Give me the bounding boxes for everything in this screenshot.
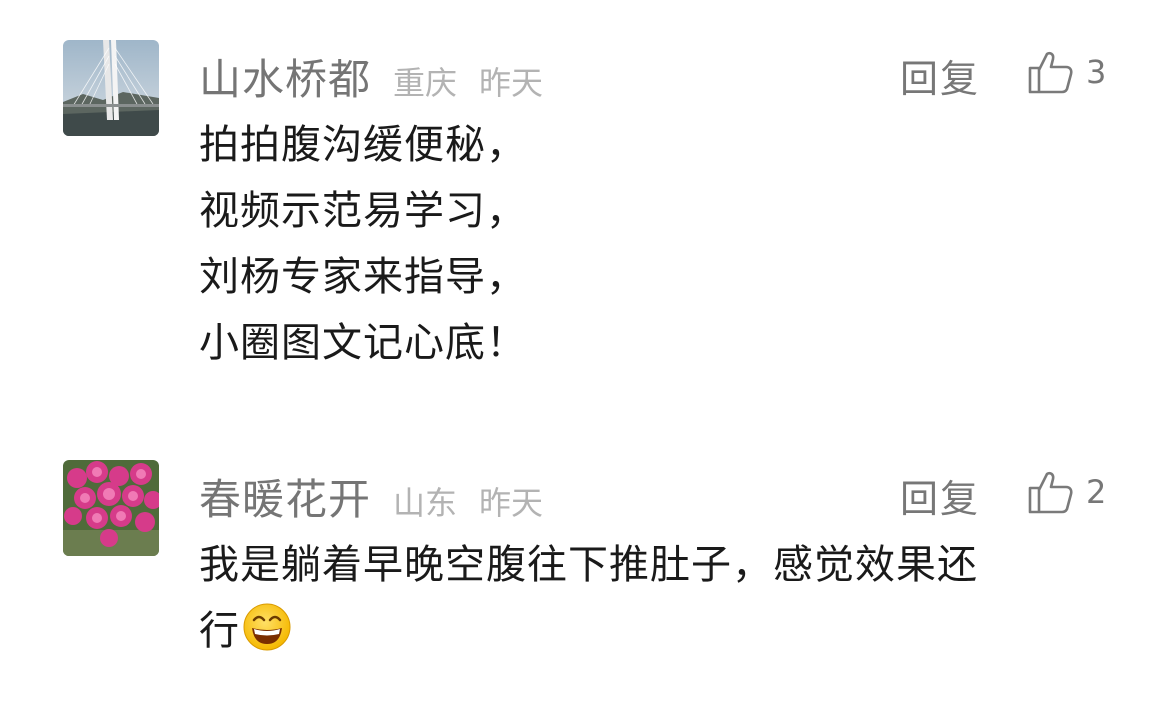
comment-text: 我是躺着早晚空腹往下推肚子，感觉效果还 行 <box>199 532 1099 664</box>
avatar[interactable] <box>63 460 159 556</box>
location-label: 山东 <box>393 484 458 522</box>
timestamp: 昨天 <box>479 64 544 102</box>
comment-meta: 山水桥都 重庆 昨天 <box>199 46 543 104</box>
username[interactable]: 春暖花开 <box>199 466 371 527</box>
comment-line: 视频示范易学习， <box>199 188 527 234</box>
comment-line: 拍拍腹沟缓便秘， <box>199 122 527 168</box>
comment-line: 我是躺着早晚空腹往下推肚子，感觉效果还 <box>199 542 978 588</box>
flower-photo <box>63 460 159 556</box>
grinning-face-emoji <box>243 603 291 651</box>
timestamp: 昨天 <box>479 484 544 522</box>
username[interactable]: 山水桥都 <box>199 46 371 107</box>
comment-text: 拍拍腹沟缓便秘， 视频示范易学习， 刘杨专家来指导， 小圈图文记心底！ <box>199 112 527 376</box>
location-label: 重庆 <box>393 64 458 102</box>
like-count: 3 <box>1086 53 1107 91</box>
comment-meta: 春暖花开 山东 昨天 <box>199 466 543 524</box>
like-count: 2 <box>1086 473 1107 511</box>
comment-line: 行 <box>199 598 1099 664</box>
like-button[interactable]: 3 <box>1026 44 1106 100</box>
like-button[interactable]: 2 <box>1026 464 1106 520</box>
thumbs-up-icon <box>1028 51 1073 94</box>
avatar[interactable] <box>63 40 159 136</box>
comment-line: 刘杨专家来指导， <box>199 254 527 300</box>
comment-line-text: 行 <box>199 608 240 654</box>
reply-button[interactable]: 回复 <box>900 48 980 103</box>
bridge-photo <box>63 40 159 136</box>
comment-line: 小圈图文记心底！ <box>199 320 527 366</box>
thumbs-up-icon <box>1028 471 1073 514</box>
reply-button[interactable]: 回复 <box>900 468 980 523</box>
